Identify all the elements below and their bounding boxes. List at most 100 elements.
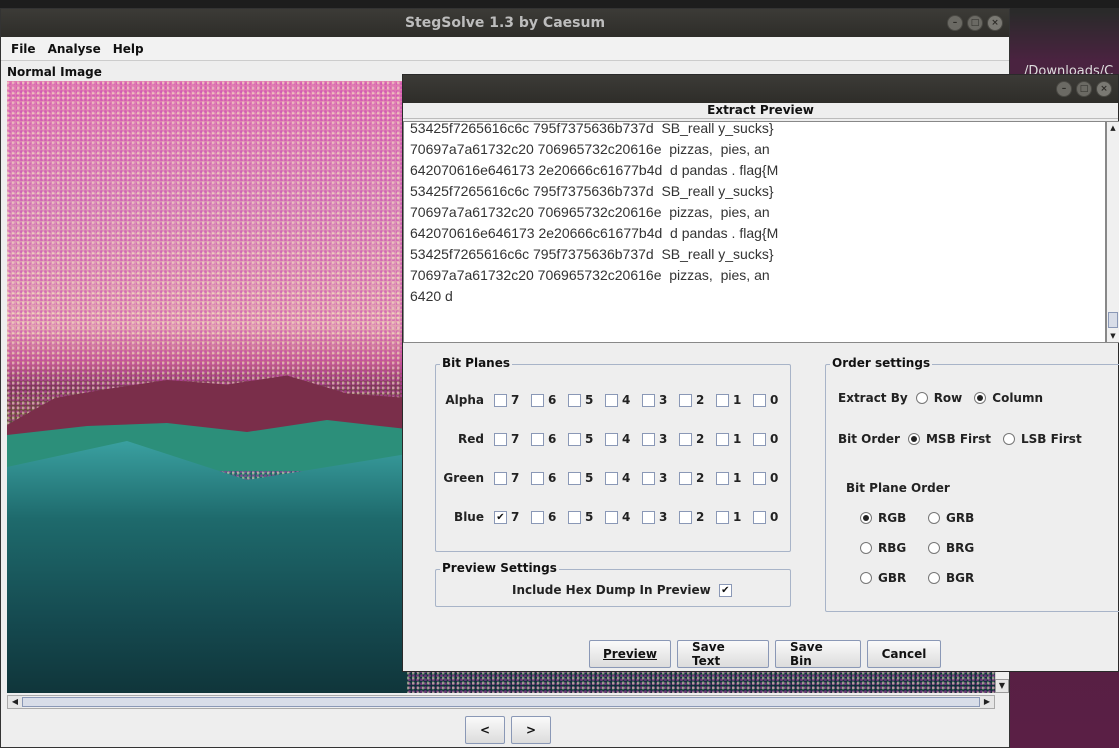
main-titlebar[interactable]: StegSolve 1.3 by Caesum – □ × [1,9,1009,37]
preview-scroll-thumb[interactable] [1108,312,1118,328]
bit-plane-order-label: Bit Plane Order [846,481,950,495]
green-bit-7-checkbox[interactable] [494,471,507,485]
bit-plane-row-label: Red [458,432,484,446]
alpha-bit-1-checkbox[interactable] [716,393,729,407]
bgr-radio[interactable] [928,572,940,584]
hex-dump-checkbox[interactable]: ✔ [718,583,732,597]
dialog-titlebar[interactable]: – □ × [403,75,1118,103]
bit-plane-cell: 0 [753,471,790,485]
menu-analyse[interactable]: Analyse [42,42,107,56]
close-button[interactable]: × [987,15,1003,31]
extract-by-column-label: Column [992,391,1044,405]
gbr-radio[interactable] [860,572,872,584]
scroll-up-arrow-icon[interactable]: ▲ [1107,122,1119,134]
extract-by-column-radio[interactable] [974,392,987,404]
green-bit-3-checkbox[interactable] [642,471,655,485]
bit-number-label: 3 [659,393,668,407]
msb-first-radio[interactable] [907,433,920,445]
preview-line: 642070616e646173 2e20666c61677b4d d pand… [410,162,779,178]
grb-radio[interactable] [928,512,940,524]
extract-preview-dialog: – □ × Extract Preview 53425f7265616c6c 7… [402,74,1119,672]
green-bit-6-checkbox[interactable] [531,471,544,485]
dialog-maximize-button[interactable]: □ [1076,81,1092,97]
preview-vertical-scrollbar[interactable]: ▲ ▼ [1106,121,1119,343]
blue-bit-7-checkbox[interactable]: ✔ [494,510,507,524]
horizontal-scroll-thumb[interactable] [22,697,980,707]
blue-bit-1-checkbox[interactable] [716,510,729,524]
red-bit-4-checkbox[interactable] [605,432,618,446]
menu-file[interactable]: File [5,42,42,56]
alpha-bit-2-checkbox[interactable] [679,393,692,407]
bit-plane-row-green: Green 7 6 5 4 3 2 1 0 [436,469,790,487]
preview-line: 642070616e646173 2e20666c61677b4d d pand… [410,225,779,241]
green-bit-0-checkbox[interactable] [753,471,766,485]
alpha-bit-6-checkbox[interactable] [531,393,544,407]
scroll-down-arrow-icon[interactable]: ▼ [995,679,1009,693]
green-bit-2-checkbox[interactable] [679,471,692,485]
bit-number-label: 6 [548,393,557,407]
blue-bit-5-checkbox[interactable] [568,510,581,524]
cancel-button[interactable]: Cancel [867,640,941,668]
green-bit-1-checkbox[interactable] [716,471,729,485]
brg-radio[interactable] [928,542,940,554]
red-bit-5-checkbox[interactable] [568,432,581,446]
rgb-radio[interactable] [860,512,872,524]
red-bit-3-checkbox[interactable] [642,432,655,446]
dialog-minimize-button[interactable]: – [1056,81,1072,97]
preview-button[interactable]: Preview [589,640,671,668]
blue-bit-0-checkbox[interactable] [753,510,766,524]
red-bit-2-checkbox[interactable] [679,432,692,446]
bit-plane-cell: 1 [716,432,753,446]
red-bit-7-checkbox[interactable] [494,432,507,446]
blue-bit-2-checkbox[interactable] [679,510,692,524]
blue-bit-3-checkbox[interactable] [642,510,655,524]
lsb-first-radio[interactable] [1002,433,1015,445]
bit-plane-cell: 3 [642,471,679,485]
bit-plane-cell: 4 [605,471,642,485]
dialog-window-controls: – □ × [1056,81,1112,97]
alpha-bit-5-checkbox[interactable] [568,393,581,407]
scroll-left-arrow-icon[interactable]: ◀ [8,696,22,708]
save-text-button[interactable]: Save Text [677,640,769,668]
grb-label: GRB [946,511,975,525]
bit-plane-cell: 4 [605,510,642,524]
order-settings-title: Order settings [830,356,933,370]
blue-bit-6-checkbox[interactable] [531,510,544,524]
alpha-bit-3-checkbox[interactable] [642,393,655,407]
bit-number-label: 6 [548,510,557,524]
msb-first-label: MSB First [925,432,991,446]
extract-by-row: Extract By Row Column [838,391,1055,405]
bit-plane-order-heading: Bit Plane Order [846,481,958,495]
bit-number-label: 4 [622,393,631,407]
save-bin-button[interactable]: Save Bin [775,640,861,668]
bit-planes-title: Bit Planes [440,356,513,370]
green-bit-4-checkbox[interactable] [605,471,618,485]
maximize-button[interactable]: □ [967,15,983,31]
next-button[interactable]: > [511,716,551,744]
extract-by-row-radio[interactable] [915,392,928,404]
scroll-down-arrow-icon[interactable]: ▼ [1107,330,1119,342]
extract-preview-text[interactable]: 53425f7265616c6c 795f7375636b737d SB_rea… [403,121,1106,343]
alpha-bit-7-checkbox[interactable] [494,393,507,407]
image-horizontal-scrollbar[interactable]: ◀ ▶ [7,695,995,709]
bit-number-label: 0 [770,432,779,446]
green-bit-5-checkbox[interactable] [568,471,581,485]
menu-help[interactable]: Help [107,42,150,56]
dialog-close-button[interactable]: × [1096,81,1112,97]
red-bit-0-checkbox[interactable] [753,432,766,446]
blue-bit-4-checkbox[interactable] [605,510,618,524]
red-bit-6-checkbox[interactable] [531,432,544,446]
scroll-right-arrow-icon[interactable]: ▶ [980,696,994,708]
rbg-radio[interactable] [860,542,872,554]
alpha-bit-0-checkbox[interactable] [753,393,766,407]
bit-number-label: 0 [770,510,779,524]
preview-line: 53425f7265616c6c 795f7375636b737d SB_rea… [410,183,774,199]
alpha-bit-4-checkbox[interactable] [605,393,618,407]
bit-plane-cell: 0 [753,393,790,407]
order-settings-group: Order settings Extract By Row Column Bit… [825,356,1119,612]
bit-number-label: 0 [770,393,779,407]
minimize-button[interactable]: – [947,15,963,31]
red-bit-1-checkbox[interactable] [716,432,729,446]
preview-line: 70697a7a61732c20 706965732c20616e pizzas… [410,141,770,157]
previous-button[interactable]: < [465,716,505,744]
